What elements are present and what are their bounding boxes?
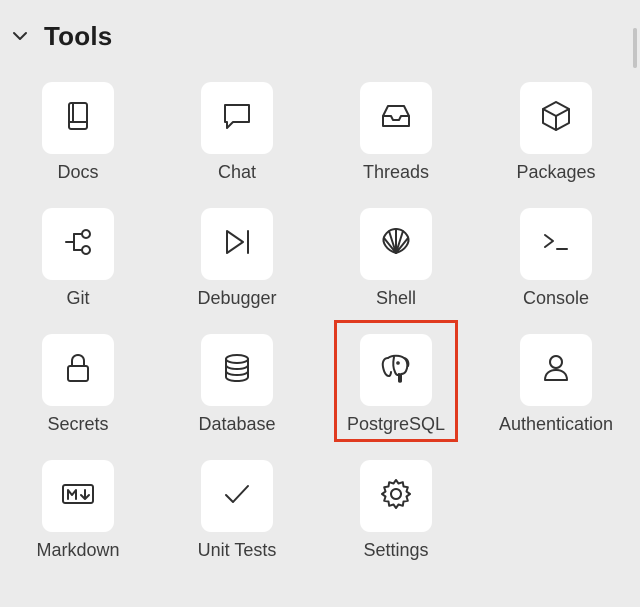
tool-database-button[interactable] [201, 334, 273, 406]
tool-label: Authentication [498, 414, 614, 434]
tool-markdown-button[interactable] [42, 460, 114, 532]
tool-unit-tests[interactable]: Unit Tests [167, 460, 307, 570]
postgresql-highlight-box [334, 320, 458, 442]
tool-docs-button[interactable] [42, 82, 114, 154]
gear-icon [378, 476, 414, 517]
tool-label: Packages [516, 162, 596, 182]
chat-bubble-icon [219, 98, 255, 139]
tool-shell[interactable]: Shell [326, 208, 466, 318]
tool-settings[interactable]: Settings [326, 460, 466, 570]
tool-unit-tests-button[interactable] [201, 460, 273, 532]
book-icon [60, 98, 96, 139]
tool-label: Console [522, 288, 590, 308]
chevron-down-icon[interactable] [10, 26, 30, 46]
tool-label: Shell [375, 288, 417, 308]
tool-git[interactable]: Git [8, 208, 148, 318]
seashell-icon [378, 224, 414, 265]
step-play-icon [219, 224, 255, 265]
tool-label: Unit Tests [197, 540, 277, 560]
inbox-tray-icon [378, 98, 414, 139]
tool-label: Debugger [197, 288, 277, 308]
tool-label: Docs [57, 162, 99, 182]
tool-label: Threads [362, 162, 430, 182]
database-icon [219, 350, 255, 391]
terminal-prompt-icon [538, 224, 574, 265]
tool-authentication[interactable]: Authentication [486, 334, 626, 444]
tool-label: Git [66, 288, 90, 308]
tool-chat[interactable]: Chat [167, 82, 307, 192]
tool-label: Secrets [47, 414, 109, 434]
tool-authentication-button[interactable] [520, 334, 592, 406]
tool-packages-button[interactable] [520, 82, 592, 154]
tool-label: Markdown [36, 540, 120, 560]
package-cube-icon [538, 98, 574, 139]
tool-secrets[interactable]: Secrets [8, 334, 148, 444]
tool-chat-button[interactable] [201, 82, 273, 154]
tool-threads-button[interactable] [360, 82, 432, 154]
tool-label: Database [198, 414, 276, 434]
section-title: Tools [44, 20, 113, 51]
tool-database[interactable]: Database [167, 334, 307, 444]
scrollbar[interactable] [633, 28, 637, 68]
tool-markdown[interactable]: Markdown [8, 460, 148, 570]
tool-git-button[interactable] [42, 208, 114, 280]
checkmark-icon [219, 476, 255, 517]
lock-icon [60, 350, 96, 391]
tools-section-header[interactable]: Tools [10, 18, 112, 54]
tool-secrets-button[interactable] [42, 334, 114, 406]
tool-packages[interactable]: Packages [486, 82, 626, 192]
tool-console-button[interactable] [520, 208, 592, 280]
tool-debugger[interactable]: Debugger [167, 208, 307, 318]
markdown-icon [60, 476, 96, 517]
tool-label: Chat [217, 162, 257, 182]
tool-threads[interactable]: Threads [326, 82, 466, 192]
git-branch-icon [60, 224, 96, 265]
tool-docs[interactable]: Docs [8, 82, 148, 192]
user-icon [538, 350, 574, 391]
tool-console[interactable]: Console [486, 208, 626, 318]
tool-debugger-button[interactable] [201, 208, 273, 280]
tool-label: Settings [363, 540, 429, 560]
tool-settings-button[interactable] [360, 460, 432, 532]
tool-shell-button[interactable] [360, 208, 432, 280]
